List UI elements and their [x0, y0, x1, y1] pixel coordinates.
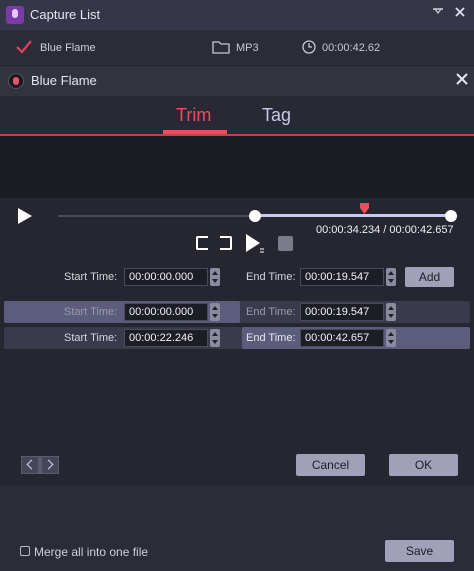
capture-item-duration: 00:00:42.62 — [322, 42, 381, 54]
merge-checkbox[interactable] — [20, 546, 30, 556]
timeline-selection — [255, 214, 451, 217]
segment-start-label: Start Time: — [64, 306, 118, 318]
tabs-bar — [0, 96, 474, 136]
waveform-preview — [0, 136, 474, 198]
set-end-button[interactable] — [220, 236, 232, 250]
dialog-close-icon[interactable] — [453, 70, 471, 88]
pin-icon[interactable] — [430, 4, 446, 20]
segment-end-label: End Time: — [246, 332, 296, 344]
microphone-icon — [6, 6, 24, 24]
set-start-button[interactable] — [196, 236, 208, 250]
stop-icon[interactable] — [278, 236, 293, 251]
segment-start-label: Start Time: — [64, 332, 118, 344]
segment-start-stepper[interactable] — [210, 303, 220, 321]
selection-end-handle[interactable] — [445, 210, 457, 222]
time-readout: 00:00:34.234 / 00:00:42.657 — [316, 224, 454, 236]
capture-item-format: MP3 — [236, 42, 259, 54]
segment-start-field[interactable]: 00:00:22.246 — [124, 329, 208, 347]
end-time-field[interactable]: 00:00:19.547 — [300, 268, 384, 286]
playhead-marker[interactable] — [360, 203, 369, 214]
end-time-stepper[interactable] — [386, 268, 396, 286]
cancel-button[interactable]: Cancel — [296, 454, 365, 476]
tab-trim[interactable]: Trim — [176, 105, 211, 126]
check-icon[interactable] — [16, 40, 32, 54]
start-time-field[interactable]: 00:00:00.000 — [124, 268, 208, 286]
chevron-right-icon[interactable] — [42, 457, 58, 473]
active-tab-indicator — [163, 130, 227, 134]
folder-icon[interactable] — [212, 40, 230, 54]
segment-end-label: End Time: — [246, 306, 296, 318]
add-segment-button[interactable]: Add — [405, 267, 454, 287]
segment-start-stepper[interactable] — [210, 329, 220, 347]
tab-tag[interactable]: Tag — [262, 105, 291, 126]
merge-label: Merge all into one file — [34, 545, 149, 559]
start-time-label: Start Time: — [64, 271, 118, 283]
play-selection-icon[interactable] — [244, 233, 266, 255]
segment-end-stepper[interactable] — [386, 329, 396, 347]
segment-end-field[interactable]: 00:00:42.657 — [300, 329, 384, 347]
dialog-title: Blue Flame — [31, 73, 97, 88]
selection-start-handle[interactable] — [249, 210, 261, 222]
segment-start-field[interactable]: 00:00:00.000 — [124, 303, 208, 321]
capture-item-name: Blue Flame — [40, 42, 96, 54]
close-icon[interactable] — [452, 4, 468, 20]
clock-icon — [302, 40, 316, 54]
record-icon — [8, 73, 24, 89]
ok-button[interactable]: OK — [389, 454, 458, 476]
start-time-stepper[interactable] — [210, 268, 220, 286]
segment-end-stepper[interactable] — [386, 303, 396, 321]
play-icon[interactable] — [16, 207, 34, 225]
chevron-left-icon[interactable] — [22, 457, 38, 473]
window-title: Capture List — [30, 7, 101, 22]
end-time-label: End Time: — [246, 271, 296, 283]
segment-end-field[interactable]: 00:00:19.547 — [300, 303, 384, 321]
save-button[interactable]: Save — [385, 540, 454, 562]
